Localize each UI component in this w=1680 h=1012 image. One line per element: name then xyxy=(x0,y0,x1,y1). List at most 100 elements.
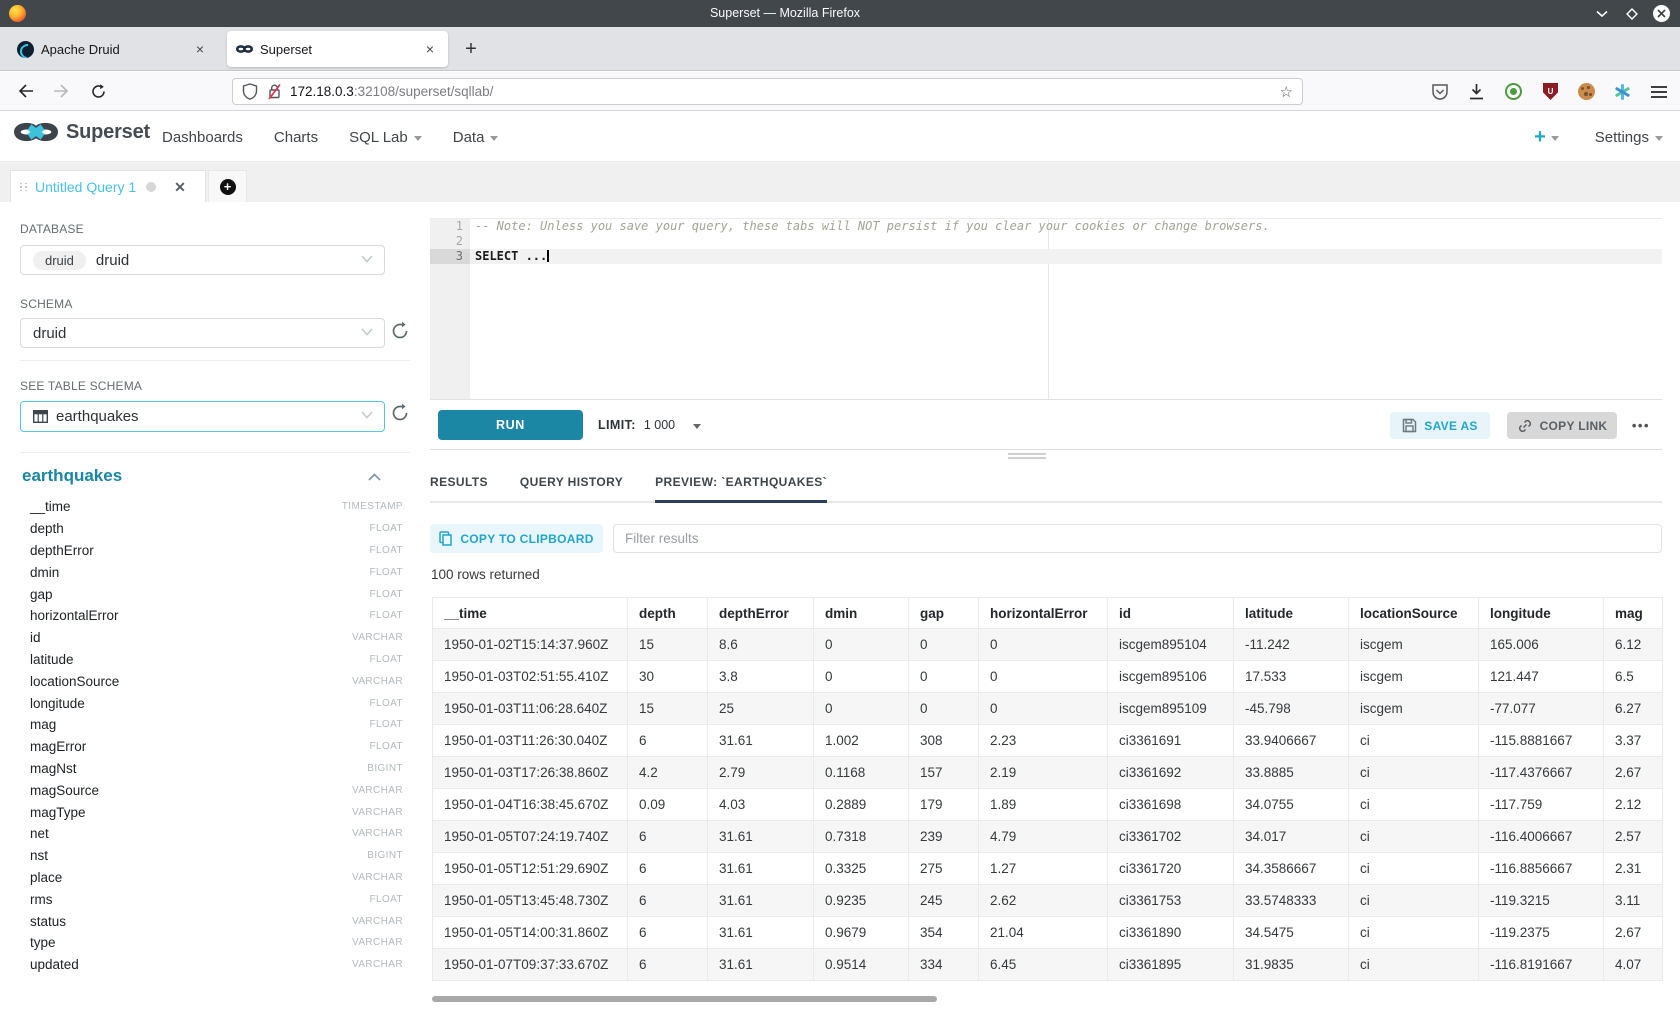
forward-icon[interactable] xyxy=(47,77,75,105)
column-type: VARCHAR xyxy=(352,937,403,948)
schema-column-row[interactable]: magFLOAT xyxy=(30,714,403,736)
table-select[interactable]: earthquakes xyxy=(20,401,385,432)
schema-column-row[interactable]: depthErrorFLOAT xyxy=(30,540,403,562)
table-cell: 2.19 xyxy=(979,757,1108,789)
sqllab-workspace: 1 2 3 -- Note: Unless you save your quer… xyxy=(430,202,1662,1012)
table-header-latitude[interactable]: latitude xyxy=(1234,598,1349,629)
tab-close-icon[interactable]: × xyxy=(421,41,439,57)
back-icon[interactable] xyxy=(12,77,40,105)
cookie-icon[interactable] xyxy=(1578,83,1595,100)
download-icon[interactable] xyxy=(1467,82,1486,101)
database-select[interactable]: druid druid xyxy=(20,245,385,275)
table-header-mag[interactable]: mag xyxy=(1604,598,1663,629)
browser-tab-apache-druid[interactable]: Apache Druid × xyxy=(8,31,218,67)
table-header-depth[interactable]: depth xyxy=(628,598,708,629)
column-name: type xyxy=(30,935,56,950)
schema-column-row[interactable]: latitudeFLOAT xyxy=(30,649,403,671)
extension-green-icon[interactable] xyxy=(1504,82,1523,101)
schema-select[interactable]: druid xyxy=(20,318,385,348)
schema-column-row[interactable]: __timeTIMESTAMP xyxy=(30,496,403,518)
limit-dropdown[interactable]: LIMIT: 1 000 xyxy=(598,410,701,440)
schema-column-row[interactable]: rmsFLOAT xyxy=(30,888,403,910)
close-icon[interactable] xyxy=(1653,5,1670,22)
new-tab-button[interactable]: + xyxy=(457,35,485,63)
table-cell: ci xyxy=(1349,757,1479,789)
schema-column-row[interactable]: magTypeVARCHAR xyxy=(30,801,403,823)
superset-logo[interactable]: Superset xyxy=(14,119,150,145)
filter-results-input[interactable] xyxy=(613,524,1662,553)
settings-menu[interactable]: Settings xyxy=(1595,129,1663,146)
copy-link-button[interactable]: COPY LINK xyxy=(1507,412,1617,439)
schema-column-row[interactable]: placeVARCHAR xyxy=(30,867,403,889)
nav-charts[interactable]: Charts xyxy=(274,129,318,146)
schema-column-row[interactable]: magErrorFLOAT xyxy=(30,736,403,758)
extension-asterisk-icon[interactable] xyxy=(1613,83,1631,101)
bookmark-star-icon[interactable]: ☆ xyxy=(1280,83,1293,101)
table-cell: 0.3325 xyxy=(814,853,909,885)
query-tab-close-icon[interactable]: ✕ xyxy=(174,179,186,196)
resize-handle[interactable] xyxy=(1008,453,1046,461)
schema-column-row[interactable]: horizontalErrorFLOAT xyxy=(30,605,403,627)
table-row: 1950-01-03T02:51:55.410Z303.8000iscgem89… xyxy=(433,661,1663,693)
reload-icon[interactable] xyxy=(84,77,112,105)
more-options-button[interactable]: ••• xyxy=(1632,412,1650,439)
sql-editor[interactable]: 1 2 3 -- Note: Unless you save your quer… xyxy=(430,218,1662,400)
tracking-shield-icon[interactable] xyxy=(242,83,258,100)
nav-data[interactable]: Data xyxy=(453,129,499,146)
schema-column-row[interactable]: magNstBIGINT xyxy=(30,758,403,780)
table-header-depthError[interactable]: depthError xyxy=(708,598,814,629)
schema-column-row[interactable]: depthFLOAT xyxy=(30,518,403,540)
table-schema-title[interactable]: earthquakes xyxy=(22,466,122,486)
menu-icon[interactable] xyxy=(1649,82,1668,101)
schema-column-row[interactable]: statusVARCHAR xyxy=(30,910,403,932)
copy-to-clipboard-button[interactable]: COPY TO CLIPBOARD xyxy=(430,524,603,553)
table-header-dmin[interactable]: dmin xyxy=(814,598,909,629)
result-tab-results[interactable]: RESULTS xyxy=(430,464,488,503)
chevron-up-icon[interactable] xyxy=(368,473,381,481)
column-type: FLOAT xyxy=(370,654,403,665)
schema-column-row[interactable]: netVARCHAR xyxy=(30,823,403,845)
schema-column-row[interactable]: type VARCHAR xyxy=(30,932,403,954)
run-button[interactable]: RUN xyxy=(438,410,583,440)
url-input[interactable]: 172.18.0.3:32108/superset/sqllab/ ☆ xyxy=(232,78,1303,105)
result-tab-preview-earthquakes[interactable]: PREVIEW: `EARTHQUAKES` xyxy=(655,464,827,503)
table-header-locationSource[interactable]: locationSource xyxy=(1349,598,1479,629)
result-tab-query-history[interactable]: QUERY HISTORY xyxy=(520,464,623,503)
nav-right: + Settings xyxy=(1534,112,1663,162)
table-cell: 2.67 xyxy=(1604,917,1663,949)
drag-handle-icon[interactable] xyxy=(20,183,28,192)
pocket-icon[interactable] xyxy=(1430,82,1449,101)
refresh-table-icon[interactable] xyxy=(390,403,410,423)
nav-sqllab[interactable]: SQL Lab xyxy=(349,129,422,146)
nav-dashboards[interactable]: Dashboards xyxy=(162,129,243,146)
maximize-icon[interactable] xyxy=(1623,5,1640,22)
new-query-tab-button[interactable]: + xyxy=(208,170,247,203)
refresh-schema-icon[interactable] xyxy=(390,321,410,341)
chevron-down-icon xyxy=(361,328,373,336)
save-as-button[interactable]: SAVE AS xyxy=(1390,412,1490,439)
schema-column-row[interactable]: locationSourceVARCHAR xyxy=(30,670,403,692)
table-header-longitude[interactable]: longitude xyxy=(1479,598,1604,629)
schema-column-row[interactable]: idVARCHAR xyxy=(30,627,403,649)
add-button[interactable]: + xyxy=(1534,126,1559,149)
query-tab[interactable]: Untitled Query 1 ✕ xyxy=(10,170,206,203)
schema-column-row[interactable]: gapFLOAT xyxy=(30,583,403,605)
table-header-time[interactable]: __time xyxy=(433,598,628,629)
schema-column-row[interactable]: longitudeFLOAT xyxy=(30,692,403,714)
minimize-icon[interactable] xyxy=(1593,5,1610,22)
schema-column-row[interactable]: magSourceVARCHAR xyxy=(30,779,403,801)
ublock-icon[interactable]: U xyxy=(1541,82,1560,101)
table-header-gap[interactable]: gap xyxy=(909,598,979,629)
table-row: 1950-01-04T16:38:45.670Z0.094.030.288917… xyxy=(433,789,1663,821)
schema-column-row[interactable]: nstBIGINT xyxy=(30,845,403,867)
lock-insecure-icon[interactable] xyxy=(267,83,282,100)
browser-tab-superset[interactable]: Superset × xyxy=(227,31,448,67)
horizontal-scrollbar[interactable] xyxy=(432,996,937,1002)
schema-column-row[interactable]: updatedVARCHAR xyxy=(30,954,403,976)
editor-code-line: SELECT ... xyxy=(470,249,1662,264)
table-row: 1950-01-03T11:06:28.640Z1525000iscgem895… xyxy=(433,693,1663,725)
table-header-id[interactable]: id xyxy=(1108,598,1234,629)
table-header-horizontalError[interactable]: horizontalError xyxy=(979,598,1108,629)
tab-close-icon[interactable]: × xyxy=(191,41,209,57)
schema-column-row[interactable]: dminFLOAT xyxy=(30,561,403,583)
